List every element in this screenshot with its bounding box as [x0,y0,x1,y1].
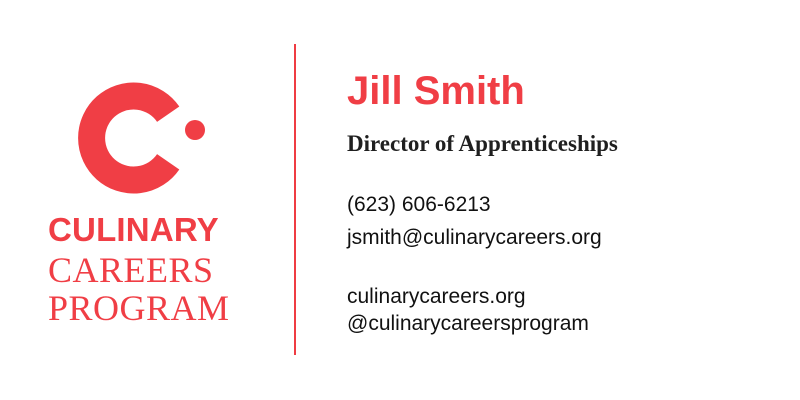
contact-title: Director of Apprenticeships [347,131,618,156]
logo-text-careers: CAREERS [48,250,214,290]
logo-mark [78,78,218,198]
phone-number[interactable]: (623) 606-6213 [347,191,491,219]
contact-name: Jill Smith [347,69,525,113]
website-link[interactable]: culinarycareers.org [347,283,526,311]
c-logo-icon [78,82,205,194]
logo-text-program: PROGRAM [48,288,230,328]
vertical-divider [294,44,296,355]
email-address[interactable]: jsmith@culinarycareers.org [347,224,602,252]
logo-text-culinary: CULINARY [48,211,219,248]
social-handle[interactable]: @culinarycareersprogram [347,310,589,338]
